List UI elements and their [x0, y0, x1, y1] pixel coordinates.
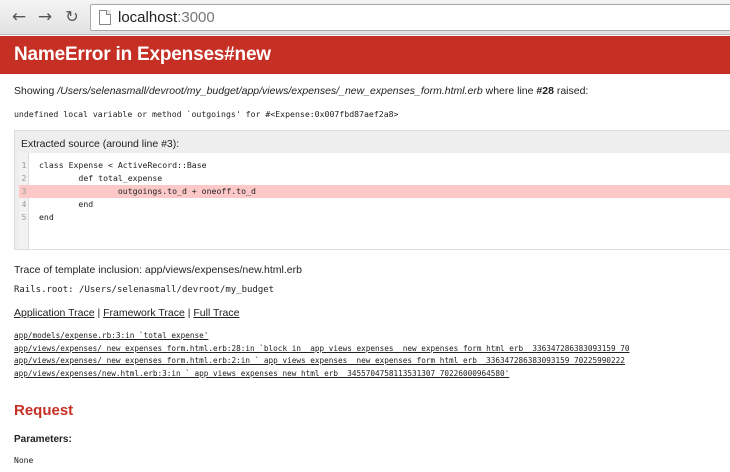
error-title: NameError in Expenses#new	[14, 44, 271, 65]
parameters-label: Parameters:	[14, 434, 72, 445]
extracted-source-title: Extracted source (around line #3):	[21, 138, 180, 150]
code-text: class Expense < ActiveRecord::Base	[39, 160, 207, 170]
arrow-right-icon[interactable]: →	[34, 6, 56, 28]
code-text: outgoings.to_d + oneoff.to_d	[39, 186, 256, 196]
line-number: 5	[21, 212, 27, 222]
address-bar[interactable]: localhost:3000	[90, 4, 730, 31]
parameters-value: None	[14, 456, 34, 465]
template-path: /Users/selenasmall/devroot/my_budget/app…	[57, 85, 483, 97]
trace-line[interactable]: app/views/expenses/_new_expenses_form.ht…	[14, 355, 730, 368]
trace-separator: |	[94, 307, 104, 319]
application-trace-list: app/models/expense.rb:3:in `total_expens…	[14, 330, 730, 380]
code-line: 1 class Expense < ActiveRecord::Base	[19, 159, 730, 172]
code-text: end	[39, 212, 54, 222]
url-text[interactable]: localhost:3000	[118, 9, 215, 26]
showing-prefix: Showing	[14, 85, 58, 97]
full-trace-link[interactable]: Full Trace	[193, 307, 239, 319]
error-line-number: #28	[536, 85, 554, 97]
code-text: def total_expense	[39, 173, 163, 183]
application-trace-link[interactable]: Application Trace	[14, 307, 95, 319]
showing-line: Showing /Users/selenasmall/devroot/my_bu…	[14, 85, 588, 97]
source-code: 1 class Expense < ActiveRecord::Base 2 de…	[19, 153, 730, 249]
code-text: end	[39, 199, 94, 209]
code-line: 5 end	[19, 211, 730, 224]
line-number: 3	[21, 186, 27, 196]
framework-trace-link[interactable]: Framework Trace	[103, 307, 185, 319]
arrow-left-icon[interactable]: ←	[8, 6, 30, 28]
line-number: 4	[21, 199, 27, 209]
template-inclusion-trace: Trace of template inclusion: app/views/e…	[14, 264, 302, 276]
showing-mid: where line	[482, 85, 537, 97]
browser-toolbar: ← → ↻ localhost:3000	[0, 0, 730, 35]
showing-suffix: raised:	[553, 85, 589, 97]
rails-root: Rails.root: /Users/selenasmall/devroot/m…	[14, 285, 275, 295]
request-heading: Request	[14, 402, 74, 419]
line-number: 1	[21, 160, 27, 170]
trace-line[interactable]: app/views/expenses/_new_expenses_form.ht…	[14, 343, 730, 356]
url-host: localhost	[118, 9, 178, 26]
trace-line[interactable]: app/models/expense.rb:3:in `total_expens…	[14, 330, 730, 343]
line-number: 2	[21, 173, 27, 183]
code-line-highlighted: 3 outgoings.to_d + oneoff.to_d	[19, 185, 730, 198]
page-icon	[99, 10, 111, 25]
error-header: NameError in Expenses#new	[0, 36, 730, 74]
extracted-source-box: Extracted source (around line #3): 1 clas…	[14, 130, 730, 250]
code-line: 4 end	[19, 198, 730, 211]
url-port: :3000	[177, 9, 215, 26]
code-line: 2 def total_expense	[19, 172, 730, 185]
trace-tabs: Application Trace | Framework Trace | Fu…	[14, 307, 239, 319]
trace-line[interactable]: app/views/expenses/new.html.erb:3:in `_a…	[14, 368, 730, 381]
error-message: undefined local variable or method `outg…	[14, 109, 399, 119]
reload-icon[interactable]: ↻	[61, 6, 83, 28]
